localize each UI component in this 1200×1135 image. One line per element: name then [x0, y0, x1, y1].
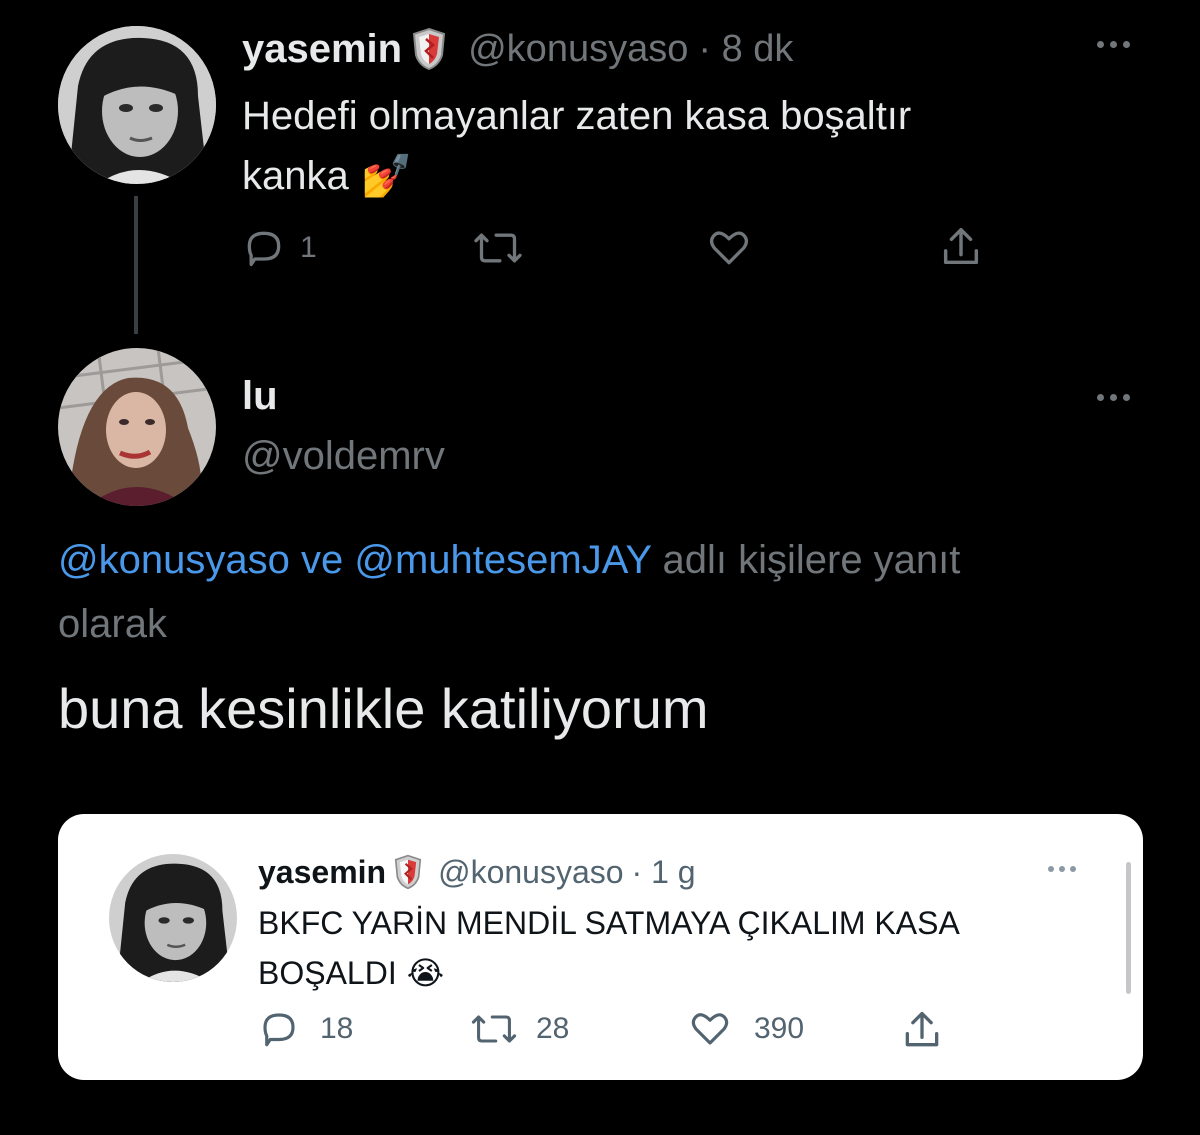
retweet-icon[interactable] — [470, 1008, 518, 1050]
reply-action[interactable]: 1 — [242, 226, 317, 270]
like-icon[interactable] — [688, 1008, 732, 1050]
like-icon[interactable] — [706, 226, 752, 270]
more-options-icon[interactable] — [1097, 394, 1130, 401]
like-action[interactable]: 390 — [688, 1008, 804, 1050]
avatar[interactable] — [58, 26, 216, 184]
share-icon[interactable] — [938, 224, 984, 270]
retweet-count: 28 — [536, 1012, 570, 1045]
tweet-time[interactable]: · 8 dk — [698, 28, 793, 71]
quoted-tweet-card[interactable]: yasemin @konusyaso · 1 g BKFC YARİN MEND… — [58, 814, 1143, 1080]
reply-context: @konusyaso ve @muhtesemJAY adlı kişilere… — [58, 528, 1158, 656]
reply-count: 1 — [300, 231, 317, 264]
thread-line — [134, 196, 138, 334]
reply-icon[interactable] — [258, 1008, 300, 1050]
tweet-text-line: BOŞALDI — [258, 955, 397, 991]
shield-badge-icon — [412, 27, 446, 71]
author-name[interactable]: lu — [242, 374, 278, 419]
retweet-action[interactable]: 28 — [470, 1008, 569, 1050]
avatar[interactable] — [58, 348, 216, 506]
reply-context-text: olarak — [58, 602, 167, 646]
author-name[interactable]: yasemin — [242, 27, 402, 72]
author-handle[interactable]: @konusyaso — [438, 854, 623, 891]
tweet-time[interactable]: · 1 g — [632, 854, 696, 891]
tweet-text: Hedefi olmayanlar zaten kasa boşaltır ka… — [242, 86, 911, 206]
reply-action[interactable]: 18 — [258, 1008, 353, 1050]
more-options-icon[interactable] — [1048, 866, 1076, 872]
more-options-icon[interactable] — [1097, 41, 1130, 48]
author-handle[interactable]: @voldemrv — [242, 434, 445, 479]
avatar-woman-bw-icon — [109, 854, 237, 982]
reply-conjunction: ve — [300, 538, 344, 582]
crying-face-emoji: 😭 — [406, 955, 445, 991]
reply-count: 18 — [320, 1012, 354, 1045]
tweet-text: buna kesinlikle katiliyorum — [58, 677, 709, 740]
nail-polish-emoji: 💅 — [360, 152, 414, 199]
mention-link[interactable]: @muhtesemJAY — [354, 538, 651, 582]
reply-context-text: adlı kişilere yanıt — [662, 538, 961, 582]
author-handle[interactable]: @konusyaso — [468, 28, 688, 71]
tweet-text-line: kanka — [242, 154, 349, 198]
scrollbar[interactable] — [1126, 862, 1131, 994]
like-count: 390 — [754, 1012, 805, 1045]
shield-badge-icon — [394, 854, 422, 890]
tweet-text: BKFC YARİN MENDİL SATMAYA ÇIKALIM KASA B… — [258, 898, 960, 998]
tweet-text-line: BKFC YARİN MENDİL SATMAYA ÇIKALIM KASA — [258, 905, 960, 941]
mention-link[interactable]: @konusyaso — [58, 538, 290, 582]
tweet-text-line: Hedefi olmayanlar zaten kasa boşaltır — [242, 94, 912, 138]
share-icon[interactable] — [900, 1008, 944, 1052]
avatar[interactable] — [109, 854, 237, 982]
author-name[interactable]: yasemin — [258, 854, 386, 891]
avatar-woman-bw-icon — [58, 26, 216, 184]
reply-icon[interactable] — [242, 226, 286, 270]
retweet-icon[interactable] — [472, 226, 524, 270]
avatar-woman-color-icon — [58, 348, 216, 506]
